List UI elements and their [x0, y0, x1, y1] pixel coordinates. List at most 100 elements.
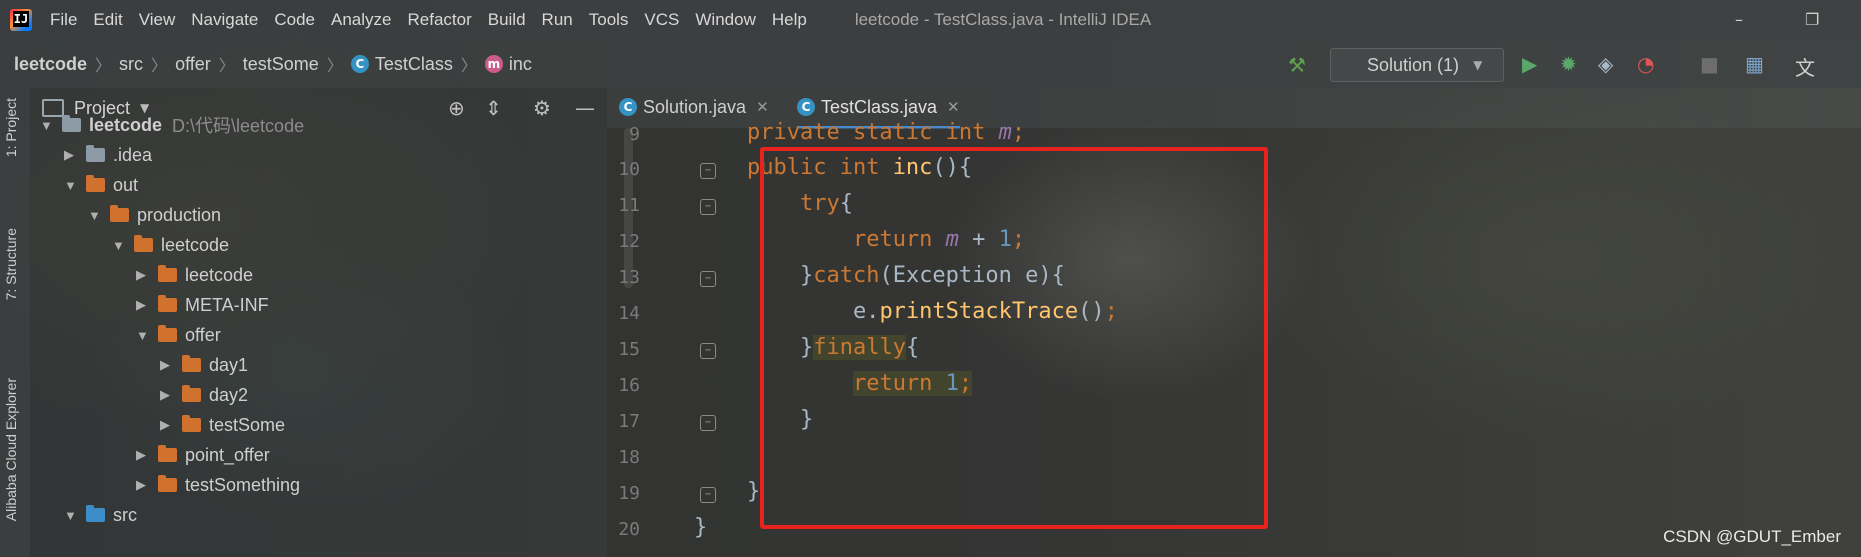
- line-number: 19: [618, 483, 640, 504]
- code-token: m: [998, 120, 1012, 145]
- expand-arrow-right-icon[interactable]: ▶: [136, 297, 150, 313]
- tree-node[interactable]: ▶ testSomething: [136, 470, 300, 500]
- menu-run[interactable]: Run: [542, 10, 573, 30]
- menu-code[interactable]: Code: [274, 10, 315, 30]
- fold-marker-icon[interactable]: −: [700, 487, 716, 503]
- code-token: ;: [1011, 120, 1026, 145]
- coverage-icon[interactable]: ◈: [1598, 52, 1613, 76]
- menu-file[interactable]: File: [50, 10, 77, 30]
- fold-marker-icon[interactable]: −: [700, 163, 716, 179]
- breadcrumb-offer[interactable]: offer: [175, 54, 211, 75]
- expand-arrow-right-icon[interactable]: ▶: [160, 357, 174, 373]
- tree-node[interactable]: ▶ META-INF: [136, 290, 269, 320]
- tree-node-label: day1: [209, 354, 249, 375]
- tree-node[interactable]: ▶ point_offer: [136, 440, 270, 470]
- folder-icon: [134, 235, 153, 252]
- tab-alibaba-cloud-explorer[interactable]: Alibaba Cloud Explorer: [3, 378, 19, 521]
- breadcrumb-inc[interactable]: m inc: [484, 54, 532, 75]
- tree-node[interactable]: ▶ leetcode: [136, 260, 253, 290]
- menu-help[interactable]: Help: [772, 10, 807, 30]
- tree-node-label: production: [137, 204, 222, 225]
- folder-icon: [110, 205, 129, 222]
- menu-navigate[interactable]: Navigate: [191, 10, 258, 30]
- menu-view[interactable]: View: [139, 10, 176, 30]
- debug-icon[interactable]: ✹: [1560, 52, 1577, 76]
- menu-vcs[interactable]: VCS: [644, 10, 679, 30]
- folder-icon: [86, 175, 105, 192]
- close-icon[interactable]: ✕: [947, 98, 960, 116]
- tree-node[interactable]: ▼ out: [64, 170, 138, 200]
- tab-project-toolwindow[interactable]: 1: Project: [3, 98, 19, 157]
- line-number: 16: [618, 375, 640, 396]
- breadcrumb-leetcode[interactable]: leetcode: [14, 54, 87, 75]
- folder-icon: [158, 445, 177, 462]
- tree-node-label: leetcode: [185, 264, 254, 285]
- code-line[interactable]: private static int m;: [694, 120, 1025, 145]
- run-icon[interactable]: ▶: [1522, 52, 1537, 76]
- menu-tools[interactable]: Tools: [589, 10, 629, 30]
- code-line[interactable]: }: [694, 515, 707, 540]
- expand-arrow-right-icon[interactable]: ▶: [64, 147, 78, 163]
- locate-icon[interactable]: ⊕: [448, 96, 465, 120]
- tree-node[interactable]: ▶ day2: [160, 380, 248, 410]
- tree-node[interactable]: ▼ src: [64, 500, 137, 530]
- tree-node[interactable]: ▼ production: [88, 200, 221, 230]
- breadcrumb-testsome[interactable]: testSome: [243, 54, 319, 75]
- stop-icon[interactable]: ■: [1700, 52, 1719, 76]
- intellij-logo-icon: IJ: [10, 9, 32, 31]
- tool-window-strip: 1: Project 7: Structure Alibaba Cloud Ex…: [0, 88, 30, 557]
- fold-marker-icon[interactable]: −: [700, 271, 716, 287]
- tree-node[interactable]: ▶ .idea: [64, 140, 152, 170]
- tree-node[interactable]: ▼ offer: [136, 320, 221, 350]
- maximize-button[interactable]: ❐: [1805, 10, 1819, 29]
- tree-node-label: META-INF: [185, 294, 269, 315]
- tree-node[interactable]: ▶ day1: [160, 350, 248, 380]
- expand-arrow-down-icon[interactable]: ▼: [64, 178, 78, 193]
- line-number: 10: [618, 159, 640, 180]
- expand-arrow-right-icon[interactable]: ▶: [136, 447, 150, 463]
- expand-arrow-right-icon[interactable]: ▶: [136, 477, 150, 493]
- expand-arrow-down-icon[interactable]: ▼: [88, 208, 102, 223]
- fold-marker-icon[interactable]: −: [700, 415, 716, 431]
- gear-icon[interactable]: ⚙: [533, 96, 551, 120]
- close-icon[interactable]: ✕: [756, 98, 769, 116]
- fold-marker-icon[interactable]: −: [700, 199, 716, 215]
- translate-icon[interactable]: 文: [1795, 52, 1815, 81]
- project-panel: Project ▼ ⊕ ⇕ ⚙ — ▼ leetcode D:\代码\leetcod…: [30, 88, 633, 557]
- line-number: 13: [618, 267, 640, 288]
- class-icon: C: [619, 98, 637, 116]
- hammer-icon[interactable]: ⚒: [1288, 53, 1306, 77]
- expand-arrow-down-icon[interactable]: ▼: [40, 118, 54, 133]
- menu-edit[interactable]: Edit: [93, 10, 122, 30]
- chevron-right-icon: 〉: [218, 56, 235, 75]
- menu-window[interactable]: Window: [695, 10, 755, 30]
- profile-icon[interactable]: ◔: [1637, 52, 1654, 76]
- expand-arrow-down-icon[interactable]: ▼: [112, 238, 126, 253]
- expand-arrow-down-icon[interactable]: ▼: [64, 508, 78, 523]
- tree-node-label: day2: [209, 384, 249, 405]
- line-number: 11: [618, 195, 640, 216]
- chevron-right-icon: 〉: [95, 56, 112, 75]
- watermark: CSDN @GDUT_Ember: [1663, 527, 1841, 546]
- code-token: private static int: [746, 120, 999, 145]
- project-structure-icon[interactable]: ▦: [1745, 52, 1764, 76]
- minimize-button[interactable]: –: [1735, 10, 1743, 29]
- fold-marker-icon[interactable]: −: [700, 343, 716, 359]
- tab-structure-toolwindow[interactable]: 7: Structure: [3, 228, 19, 300]
- run-configuration-select[interactable]: Solution (1) ▼: [1330, 48, 1504, 82]
- tree-node[interactable]: ▼ leetcode: [112, 230, 229, 260]
- expand-arrow-down-icon[interactable]: ▼: [136, 328, 150, 343]
- hide-panel-icon[interactable]: —: [575, 96, 595, 120]
- menu-analyze[interactable]: Analyze: [331, 10, 391, 30]
- expand-arrow-right-icon[interactable]: ▶: [160, 417, 174, 433]
- collapse-all-icon[interactable]: ⇕: [485, 96, 502, 120]
- expand-arrow-right-icon[interactable]: ▶: [136, 267, 150, 283]
- class-icon: C: [797, 98, 815, 116]
- expand-arrow-right-icon[interactable]: ▶: [160, 387, 174, 403]
- breadcrumb-testclass[interactable]: C TestClass: [350, 54, 453, 75]
- breadcrumb-src[interactable]: src: [119, 54, 143, 75]
- tree-node[interactable]: ▼ leetcode D:\代码\leetcode: [40, 110, 304, 140]
- tree-node[interactable]: ▶ testSome: [160, 410, 285, 440]
- menu-refactor[interactable]: Refactor: [407, 10, 471, 30]
- menu-build[interactable]: Build: [488, 10, 526, 30]
